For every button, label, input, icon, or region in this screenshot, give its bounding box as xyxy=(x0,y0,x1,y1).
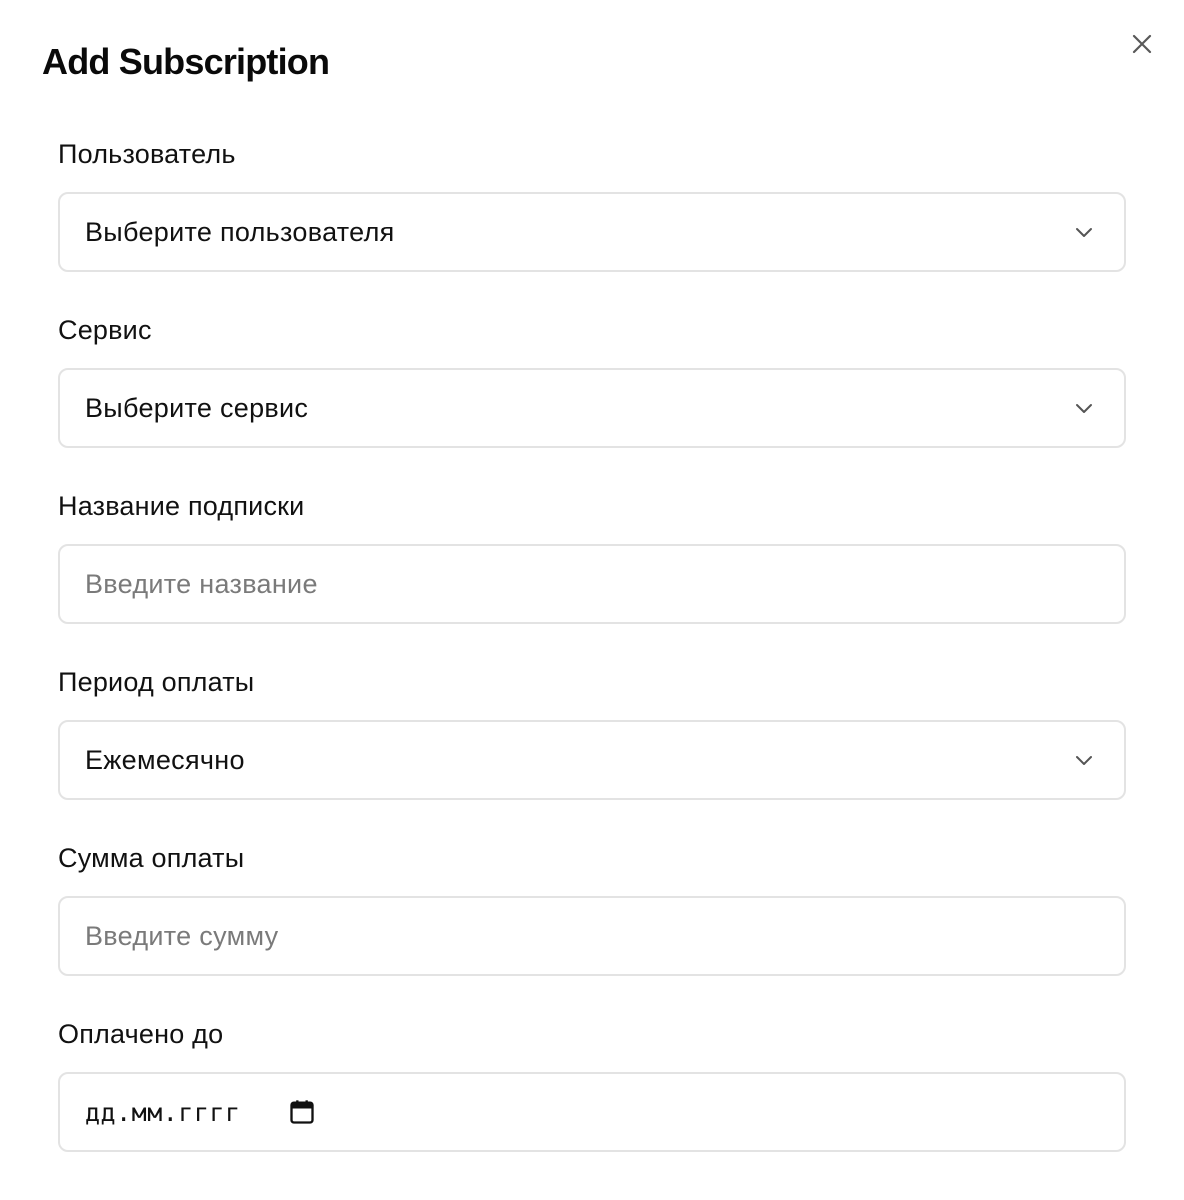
modal-title: Add Subscription xyxy=(42,41,330,82)
billing-period-select[interactable]: Ежемесячно xyxy=(58,720,1126,800)
add-subscription-modal: Add Subscription Пользователь Выберите п… xyxy=(0,0,1184,1200)
subscription-name-label: Название подписки xyxy=(58,491,305,521)
field-paid-until: Оплачено до дд.мм.гггг xyxy=(58,1014,1126,1190)
amount-label: Сумма оплаты xyxy=(58,843,245,873)
billing-period-value: Ежемесячно xyxy=(85,745,245,775)
amount-input[interactable]: Введите сумму xyxy=(58,896,1126,976)
service-select-value: Выберите сервис xyxy=(85,393,309,423)
field-subscription-name: Название подписки Введите название xyxy=(58,486,1126,662)
close-icon xyxy=(1132,34,1152,54)
paid-until-label: Оплачено до xyxy=(58,1019,224,1049)
field-amount: Сумма оплаты Введите сумму xyxy=(58,838,1126,1014)
billing-period-label: Период оплаты xyxy=(58,667,255,697)
next-field-label-partial xyxy=(58,1188,68,1200)
amount-placeholder: Введите сумму xyxy=(85,921,279,951)
user-select[interactable]: Выберите пользователя xyxy=(58,192,1126,272)
close-button[interactable] xyxy=(1124,26,1160,62)
field-service: Сервис Выберите сервис xyxy=(58,310,1126,486)
chevron-down-icon xyxy=(1076,756,1092,765)
service-select[interactable]: Выберите сервис xyxy=(58,368,1126,448)
subscription-form: Пользователь Выберите пользователя Серви… xyxy=(58,134,1126,1190)
subscription-name-placeholder: Введите название xyxy=(85,569,318,599)
paid-until-date-input[interactable]: дд.мм.гггг xyxy=(58,1072,1126,1152)
chevron-down-icon xyxy=(1076,404,1092,413)
subscription-name-input[interactable]: Введите название xyxy=(58,544,1126,624)
user-select-value: Выберите пользователя xyxy=(85,217,395,247)
field-billing-period: Период оплаты Ежемесячно xyxy=(58,662,1126,838)
field-user: Пользователь Выберите пользователя xyxy=(58,134,1126,310)
user-label: Пользователь xyxy=(58,139,236,169)
service-label: Сервис xyxy=(58,315,152,345)
chevron-down-icon xyxy=(1076,228,1092,237)
paid-until-placeholder: дд.мм.гггг xyxy=(85,1097,241,1127)
calendar-icon[interactable] xyxy=(288,1098,316,1126)
